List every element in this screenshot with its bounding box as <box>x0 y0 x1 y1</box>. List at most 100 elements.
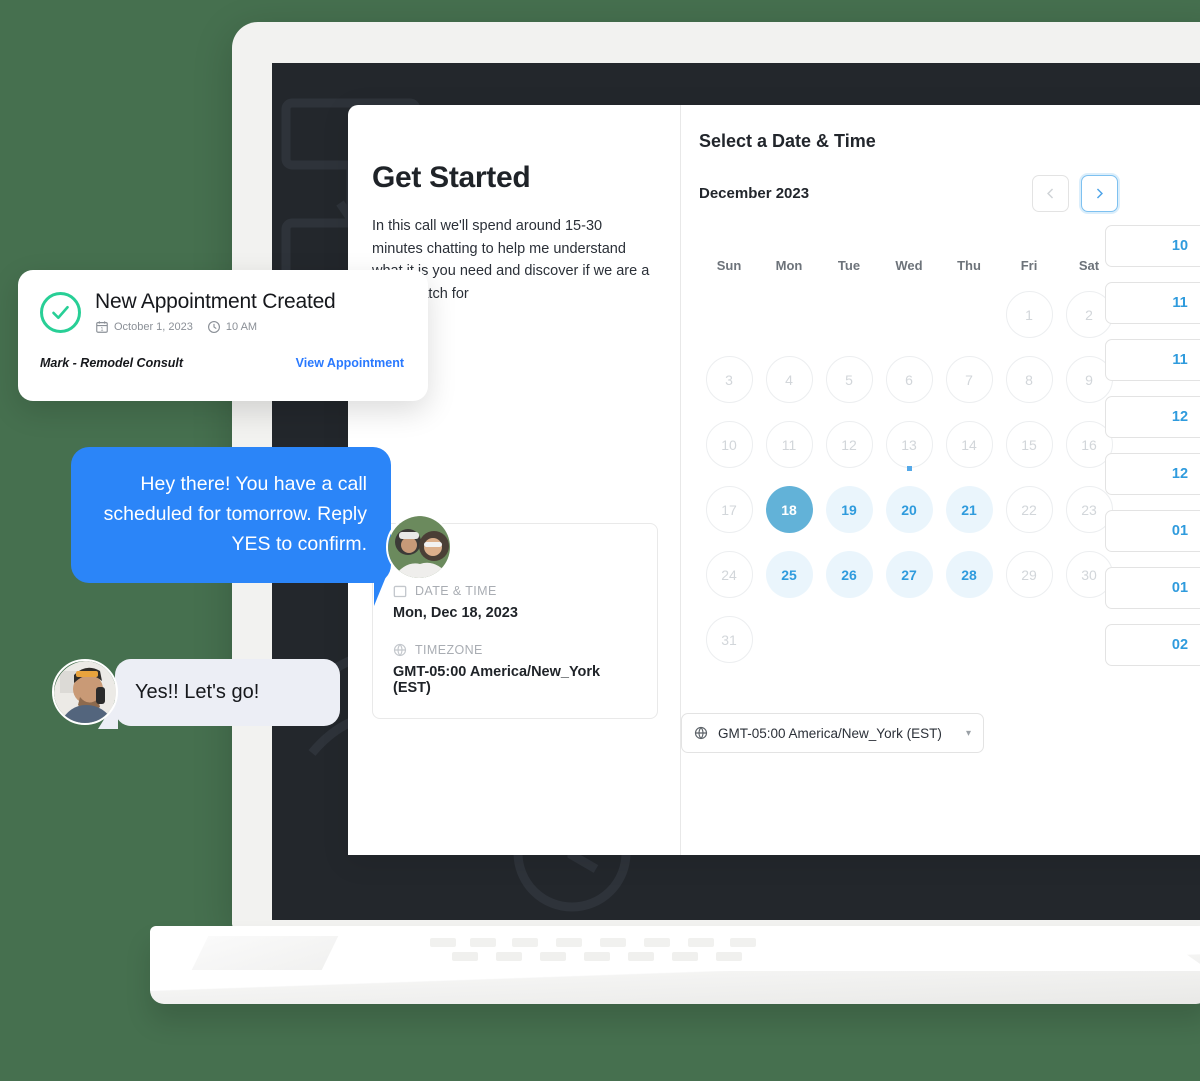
calendar-cell: 26 <box>819 542 879 607</box>
calendar-day-disabled: 15 <box>1005 421 1053 468</box>
notification-card[interactable]: New Appointment Created 1 October 1, 202… <box>18 270 428 401</box>
calendar-day-disabled: 7 <box>945 356 993 403</box>
calendar-cell: 8 <box>999 347 1059 412</box>
calendar-month-label: December 2023 <box>699 185 810 202</box>
notification-subject: Mark - Remodel Consult <box>40 356 184 370</box>
calendar-cell: 5 <box>819 347 879 412</box>
avatar <box>52 659 118 725</box>
calendar-day-dot <box>906 466 912 471</box>
notification-date-text: October 1, 2023 <box>114 321 193 333</box>
calendar-cell: 15 <box>999 412 1059 477</box>
svg-text:1: 1 <box>101 327 104 333</box>
booking-widget: Get Started In this call we'll spend aro… <box>348 105 1200 855</box>
calendar-month-row: December 2023 <box>699 175 1200 212</box>
calendar-cell: 6 <box>879 347 939 412</box>
calendar-cell: 1 <box>999 282 1059 347</box>
calendar-day-available[interactable]: 20 <box>885 486 933 533</box>
calendar-day-disabled: 5 <box>825 356 873 403</box>
calendar-day-available[interactable]: 27 <box>885 551 933 598</box>
notification-time-text: 10 AM <box>225 321 258 333</box>
appointment-field-timezone: TIMEZONE GMT-05:00 America/New_York (EST… <box>393 643 637 696</box>
calendar-day-available[interactable]: 19 <box>825 486 873 533</box>
calendar-cell: 17 <box>699 477 759 542</box>
calendar-day-disabled: 24 <box>705 551 753 598</box>
time-slot-button[interactable]: 11 <box>1105 339 1200 381</box>
calendar-cell: 14 <box>939 412 999 477</box>
calendar-day-disabled: 29 <box>1005 551 1053 598</box>
time-slot-button[interactable]: 02 <box>1105 624 1200 666</box>
calendar-cell: 31 <box>699 607 759 672</box>
time-slot-button[interactable]: 12 <box>1105 396 1200 438</box>
booking-right-pane: Select a Date & Time December 2023 Sun M… <box>681 105 1200 855</box>
circle-check-icon <box>40 292 81 333</box>
booking-left-pane: Get Started In this call we'll spend aro… <box>348 105 680 855</box>
globe-icon <box>694 726 708 740</box>
clock-icon <box>207 320 221 334</box>
calendar-day-disabled: 31 <box>705 616 753 663</box>
avatar <box>386 514 452 580</box>
calendar-cell: 13 <box>879 412 939 477</box>
calendar-cell: 7 <box>939 347 999 412</box>
notification-title: New Appointment Created <box>95 290 336 313</box>
view-appointment-link[interactable]: View Appointment <box>296 356 404 370</box>
calendar-cell-empty <box>939 282 999 347</box>
calendar-cell: 24 <box>699 542 759 607</box>
time-slot-button[interactable]: 01 <box>1105 510 1200 552</box>
outgoing-message-bubble: Hey there! You have a call scheduled for… <box>71 447 391 583</box>
calendar-day-available[interactable]: 21 <box>945 486 993 533</box>
calendar-weekday: Sun <box>716 257 742 273</box>
calendar-cell: 3 <box>699 347 759 412</box>
calendar-day-available[interactable]: 25 <box>765 551 813 598</box>
timezone-select[interactable]: GMT-05:00 America/New_York (EST) ▾ <box>681 713 984 753</box>
chevron-left-icon <box>1047 188 1054 199</box>
calendar-prev-month-button[interactable] <box>1032 175 1069 212</box>
calendar-cell: 27 <box>879 542 939 607</box>
page-title: Get Started <box>372 161 531 194</box>
calendar-cell: 19 <box>819 477 879 542</box>
calendar-day-disabled: 1 <box>1005 291 1053 338</box>
time-slot-button[interactable]: 01 <box>1105 567 1200 609</box>
calendar-day-selected[interactable]: 18 <box>765 486 813 533</box>
time-slot-button[interactable]: 10 <box>1105 225 1200 267</box>
calendar-weekday: Tue <box>837 257 861 273</box>
calendar-day-disabled: 17 <box>705 486 753 533</box>
calendar-cell: 22 <box>999 477 1059 542</box>
calendar-day-available[interactable]: 28 <box>945 551 993 598</box>
appointment-field-value: GMT-05:00 America/New_York (EST) <box>393 664 601 696</box>
calendar-day-disabled: 6 <box>885 356 933 403</box>
calendar-cell: 20 <box>879 477 939 542</box>
notification-date: 1 October 1, 2023 <box>95 320 193 334</box>
calendar-weekday: Thu <box>957 257 981 273</box>
calendar-day-disabled: 8 <box>1005 356 1053 403</box>
calendar-cell: 11 <box>759 412 819 477</box>
incoming-message-bubble: Yes!! Let's go! <box>115 659 340 726</box>
appointment-field-value: Mon, Dec 18, 2023 <box>393 605 518 621</box>
time-slot-button[interactable]: 12 <box>1105 453 1200 495</box>
calendar-cell: 18 <box>759 477 819 542</box>
calendar-day-disabled: 14 <box>945 421 993 468</box>
calendar-cell: 4 <box>759 347 819 412</box>
calendar-icon: 1 <box>95 320 109 334</box>
timezone-select-value: GMT-05:00 America/New_York (EST) <box>718 725 942 741</box>
calendar-cell: 12 <box>819 412 879 477</box>
calendar-title: Select a Date & Time <box>699 131 876 151</box>
calendar-cell: 10 <box>699 412 759 477</box>
calendar-day-disabled: 11 <box>765 421 813 468</box>
appointment-field-label: TIMEZONE <box>415 643 483 657</box>
calendar-next-month-button[interactable] <box>1081 175 1118 212</box>
laptop-trackpad <box>191 936 339 970</box>
time-slot-list: 10 11 11 12 12 01 01 02 <box>1105 225 1200 681</box>
calendar-day-disabled: 12 <box>825 421 873 468</box>
chevron-down-icon: ▾ <box>965 727 971 739</box>
calendar-day-disabled: 13 <box>885 421 933 468</box>
calendar-cell: 28 <box>939 542 999 607</box>
calendar-cell-empty <box>759 282 819 347</box>
chevron-right-icon <box>1096 188 1103 199</box>
notification-time: 10 AM <box>207 320 257 334</box>
calendar-day-disabled: 10 <box>705 421 753 468</box>
calendar-cell: 29 <box>999 542 1059 607</box>
calendar-weekday: Wed <box>895 257 923 273</box>
calendar-day-available[interactable]: 26 <box>825 551 873 598</box>
time-slot-button[interactable]: 11 <box>1105 282 1200 324</box>
calendar-day-disabled: 3 <box>705 356 753 403</box>
